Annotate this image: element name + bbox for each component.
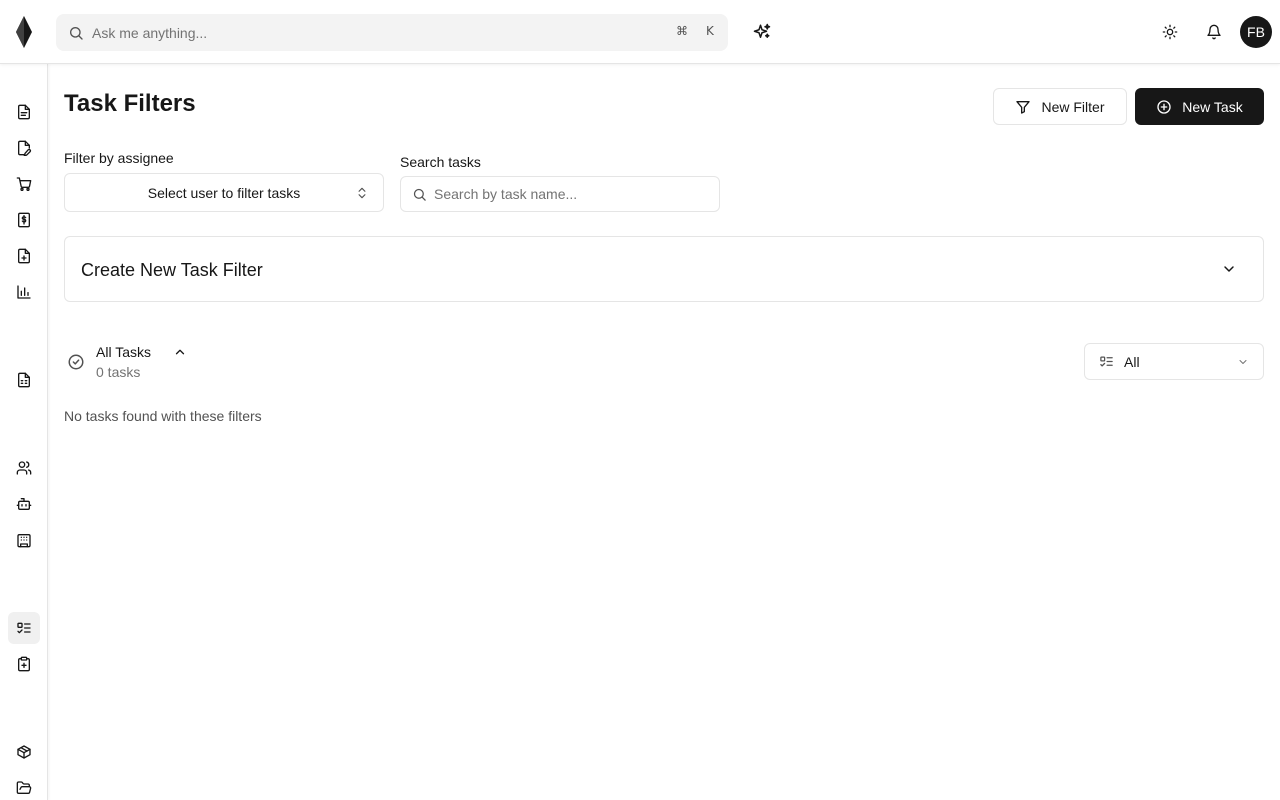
empty-state-message: No tasks found with these filters — [64, 408, 262, 424]
sidebar-item-documents[interactable] — [8, 96, 40, 128]
users-icon — [16, 461, 32, 475]
chevrons-up-down-icon — [358, 187, 366, 199]
list-checks-icon — [17, 622, 31, 634]
search-tasks-label: Search tasks — [400, 154, 481, 170]
package-icon — [17, 745, 31, 759]
sidebar-item-companies[interactable] — [8, 524, 40, 556]
list-checks-icon — [1100, 356, 1113, 367]
plus-circle-icon — [1157, 99, 1171, 114]
sun-icon — [1162, 24, 1178, 40]
search-icon — [70, 26, 83, 40]
new-filter-label: New Filter — [1041, 98, 1105, 115]
shortcut-k-key: K — [706, 24, 714, 38]
receipt-dollar-icon — [18, 212, 30, 228]
sidebar-item-agents[interactable] — [8, 488, 40, 520]
sidebar-item-edit-documents[interactable] — [8, 132, 40, 164]
sidebar — [0, 64, 48, 800]
create-filter-title: Create New Task Filter — [81, 260, 263, 280]
bot-icon — [16, 498, 32, 510]
clipboard-plus-icon — [18, 656, 30, 672]
sidebar-item-spreadsheets[interactable] — [8, 364, 40, 396]
search-icon — [413, 188, 426, 201]
assignee-select-value: Select user to filter tasks — [147, 184, 301, 201]
sidebar-item-reports[interactable] — [8, 276, 40, 308]
shopping-cart-icon — [16, 177, 32, 191]
sidebar-item-new-document[interactable] — [8, 240, 40, 272]
sidebar-item-billing[interactable] — [8, 204, 40, 236]
chevron-down-icon — [1239, 360, 1247, 364]
sparkles-icon — [753, 23, 771, 38]
sidebar-item-tasks[interactable] — [8, 612, 40, 644]
theme-toggle-button[interactable] — [1159, 21, 1181, 43]
file-text-icon — [18, 104, 30, 120]
circle-check-icon — [68, 354, 84, 370]
ai-assistant-button[interactable] — [750, 20, 774, 44]
building-icon — [17, 534, 31, 548]
bell-icon — [1207, 24, 1221, 40]
global-search-bar[interactable]: ⌘ K — [56, 14, 728, 51]
new-task-label: New Task — [1182, 98, 1243, 115]
filter-icon — [1016, 100, 1031, 114]
file-pen-icon — [18, 140, 32, 156]
page-title: Task Filters — [64, 90, 196, 117]
file-spreadsheet-icon — [18, 372, 30, 388]
new-task-button[interactable]: New Task — [1135, 88, 1264, 125]
task-search-input[interactable] — [434, 186, 704, 202]
user-avatar[interactable]: FB — [1240, 16, 1272, 48]
notifications-button[interactable] — [1203, 21, 1225, 43]
sidebar-item-users[interactable] — [8, 452, 40, 484]
folder-open-icon — [16, 781, 32, 794]
new-filter-button[interactable]: New Filter — [993, 88, 1127, 125]
shortcut-cmd-key: ⌘ — [676, 24, 688, 38]
global-search-input[interactable] — [92, 24, 652, 41]
sidebar-item-products[interactable] — [8, 736, 40, 768]
task-search-box[interactable] — [400, 176, 720, 212]
task-count: 0 tasks — [96, 364, 141, 380]
sidebar-item-files[interactable] — [8, 772, 40, 800]
all-tasks-title: All Tasks — [96, 344, 151, 360]
create-filter-accordion[interactable]: Create New Task Filter — [64, 236, 1264, 302]
logo-icon[interactable] — [14, 16, 34, 48]
sidebar-item-clipboard[interactable] — [8, 648, 40, 680]
sidebar-item-orders[interactable] — [8, 168, 40, 200]
assignee-filter-label: Filter by assignee — [64, 150, 174, 166]
chevron-up-icon[interactable] — [173, 345, 187, 359]
chevron-down-icon[interactable] — [1221, 261, 1237, 277]
file-plus-icon — [18, 248, 30, 264]
bar-chart-icon — [17, 285, 31, 299]
top-bar: ⌘ K FB — [0, 0, 1280, 64]
task-view-value: All — [1124, 353, 1140, 370]
task-view-select[interactable]: All — [1084, 343, 1264, 380]
assignee-select[interactable]: Select user to filter tasks — [64, 173, 384, 212]
